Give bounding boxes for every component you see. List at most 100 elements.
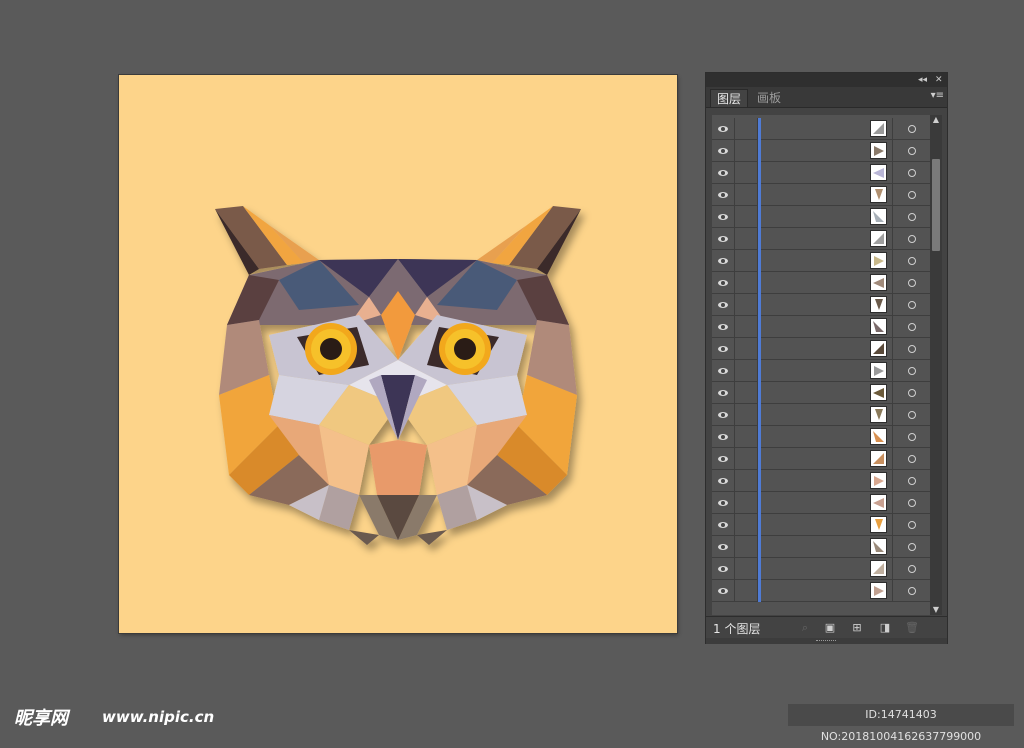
- lock-toggle[interactable]: [735, 470, 758, 491]
- target-toggle[interactable]: [892, 228, 930, 249]
- scroll-thumb[interactable]: [932, 159, 940, 251]
- layer-row[interactable]: [712, 228, 930, 250]
- layer-name[interactable]: [762, 360, 868, 381]
- target-toggle[interactable]: [892, 580, 930, 601]
- lock-toggle[interactable]: [735, 228, 758, 249]
- lock-toggle[interactable]: [735, 558, 758, 579]
- layer-name[interactable]: [762, 404, 868, 425]
- layer-name[interactable]: [762, 470, 868, 491]
- panel-resize-grip[interactable]: [706, 638, 947, 644]
- layer-name[interactable]: [762, 382, 868, 403]
- visibility-toggle[interactable]: [712, 272, 735, 293]
- layer-row[interactable]: [712, 118, 930, 140]
- layer-name[interactable]: [762, 184, 868, 205]
- visibility-toggle[interactable]: [712, 558, 735, 579]
- layer-row[interactable]: [712, 250, 930, 272]
- layer-name[interactable]: [762, 514, 868, 535]
- lock-toggle[interactable]: [735, 184, 758, 205]
- scroll-up-icon[interactable]: ▲: [930, 115, 942, 125]
- lock-toggle[interactable]: [735, 580, 758, 601]
- target-toggle[interactable]: [892, 426, 930, 447]
- layer-name[interactable]: [762, 162, 868, 183]
- layer-name[interactable]: [762, 316, 868, 337]
- layer-row[interactable]: [712, 294, 930, 316]
- target-toggle[interactable]: [892, 448, 930, 469]
- lock-toggle[interactable]: [735, 448, 758, 469]
- layer-row[interactable]: [712, 360, 930, 382]
- target-toggle[interactable]: [892, 272, 930, 293]
- visibility-toggle[interactable]: [712, 536, 735, 557]
- visibility-toggle[interactable]: [712, 250, 735, 271]
- visibility-toggle[interactable]: [712, 448, 735, 469]
- layer-name[interactable]: [762, 118, 868, 139]
- target-toggle[interactable]: [892, 294, 930, 315]
- layer-row[interactable]: [712, 426, 930, 448]
- target-toggle[interactable]: [892, 162, 930, 183]
- visibility-toggle[interactable]: [712, 228, 735, 249]
- target-toggle[interactable]: [892, 338, 930, 359]
- layer-row[interactable]: [712, 272, 930, 294]
- visibility-toggle[interactable]: [712, 470, 735, 491]
- tab-artboards[interactable]: 画板: [751, 89, 787, 107]
- make-clipping-mask-icon[interactable]: ▣: [823, 621, 837, 634]
- lock-toggle[interactable]: [735, 162, 758, 183]
- visibility-toggle[interactable]: [712, 140, 735, 161]
- target-toggle[interactable]: [892, 536, 930, 557]
- layer-row[interactable]: [712, 470, 930, 492]
- layer-name[interactable]: [762, 206, 868, 227]
- layer-name[interactable]: [762, 272, 868, 293]
- target-toggle[interactable]: [892, 382, 930, 403]
- layer-row[interactable]: [712, 316, 930, 338]
- target-toggle[interactable]: [892, 514, 930, 535]
- scroll-down-icon[interactable]: ▼: [930, 605, 942, 615]
- visibility-toggle[interactable]: [712, 206, 735, 227]
- layer-name[interactable]: [762, 338, 868, 359]
- lock-toggle[interactable]: [735, 272, 758, 293]
- target-toggle[interactable]: [892, 206, 930, 227]
- layer-row[interactable]: [712, 536, 930, 558]
- layer-row[interactable]: [712, 448, 930, 470]
- visibility-toggle[interactable]: [712, 360, 735, 381]
- lock-toggle[interactable]: [735, 118, 758, 139]
- layer-row[interactable]: [712, 184, 930, 206]
- lock-toggle[interactable]: [735, 404, 758, 425]
- layer-name[interactable]: [762, 140, 868, 161]
- layer-row[interactable]: [712, 558, 930, 580]
- layer-row[interactable]: [712, 338, 930, 360]
- target-toggle[interactable]: [892, 404, 930, 425]
- lock-toggle[interactable]: [735, 294, 758, 315]
- layer-row[interactable]: [712, 206, 930, 228]
- layer-name[interactable]: [762, 580, 868, 601]
- lock-toggle[interactable]: [735, 250, 758, 271]
- layer-name[interactable]: [762, 426, 868, 447]
- layer-name[interactable]: [762, 492, 868, 513]
- visibility-toggle[interactable]: [712, 294, 735, 315]
- artboard[interactable]: [119, 75, 677, 633]
- visibility-toggle[interactable]: [712, 338, 735, 359]
- locate-object-icon[interactable]: ⌕: [798, 621, 812, 634]
- visibility-toggle[interactable]: [712, 382, 735, 403]
- layer-row[interactable]: [712, 382, 930, 404]
- lock-toggle[interactable]: [735, 206, 758, 227]
- close-icon[interactable]: ✕: [935, 74, 943, 86]
- visibility-toggle[interactable]: [712, 404, 735, 425]
- layer-row[interactable]: [712, 514, 930, 536]
- lock-toggle[interactable]: [735, 492, 758, 513]
- lock-toggle[interactable]: [735, 382, 758, 403]
- layer-row[interactable]: [712, 492, 930, 514]
- lock-toggle[interactable]: [735, 316, 758, 337]
- visibility-toggle[interactable]: [712, 580, 735, 601]
- visibility-toggle[interactable]: [712, 118, 735, 139]
- layer-row[interactable]: [712, 162, 930, 184]
- visibility-toggle[interactable]: [712, 492, 735, 513]
- target-toggle[interactable]: [892, 470, 930, 491]
- layer-name[interactable]: [762, 536, 868, 557]
- target-toggle[interactable]: [892, 316, 930, 337]
- visibility-toggle[interactable]: [712, 316, 735, 337]
- layer-name[interactable]: [762, 228, 868, 249]
- lock-toggle[interactable]: [735, 338, 758, 359]
- scrollbar[interactable]: ▲ ▼: [930, 115, 942, 615]
- layer-row[interactable]: [712, 140, 930, 162]
- target-toggle[interactable]: [892, 140, 930, 161]
- visibility-toggle[interactable]: [712, 514, 735, 535]
